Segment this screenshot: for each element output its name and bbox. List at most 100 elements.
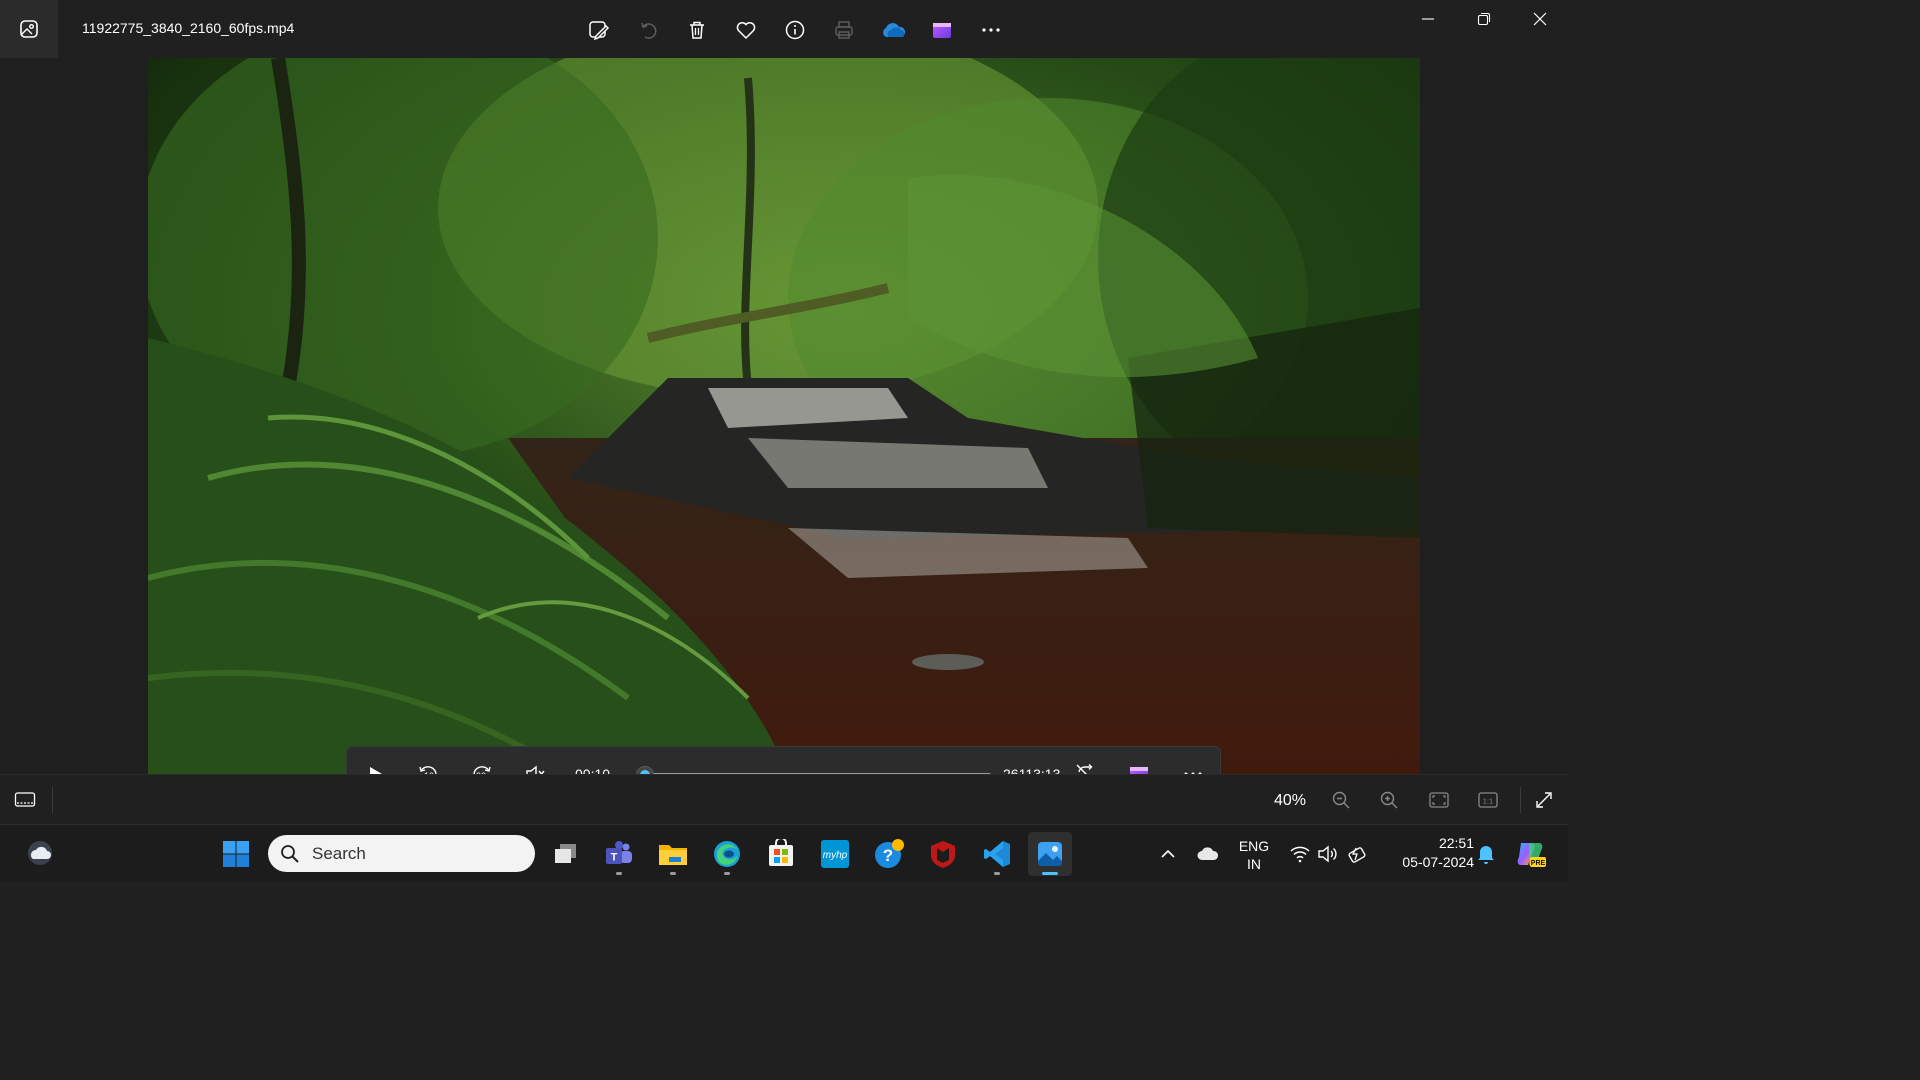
full-screen-button[interactable] [1527, 787, 1561, 813]
clipchamp-button[interactable] [917, 14, 966, 46]
zoom-in-button[interactable] [1372, 787, 1406, 813]
info-icon [785, 20, 804, 40]
file-explorer-app[interactable] [651, 832, 695, 876]
onedrive-icon [882, 23, 905, 37]
divider [1520, 787, 1521, 813]
close-icon [1533, 12, 1547, 26]
clock[interactable]: 22:51 05-07-2024 [1384, 834, 1474, 872]
vscode-app[interactable] [975, 832, 1019, 876]
bottom-status-bar: 40% 1:1 [0, 774, 1568, 824]
close-button[interactable] [1512, 0, 1568, 38]
task-view-icon [555, 844, 576, 863]
myhp-label: myhp [823, 850, 848, 861]
get-help-app[interactable]: ? [867, 832, 911, 876]
vscode-icon [984, 841, 1010, 867]
clipchamp-icon [932, 23, 951, 38]
copilot-badge: PRE [1531, 860, 1546, 867]
copilot-button[interactable]: PRE [1508, 832, 1552, 876]
search-icon [281, 844, 299, 863]
minimize-icon [1422, 18, 1434, 20]
photos-app[interactable] [1028, 832, 1072, 876]
delete-icon [689, 21, 704, 39]
svg-text:?: ? [883, 846, 893, 865]
fit-window-icon [1429, 792, 1449, 808]
top-toolbar [574, 14, 1015, 46]
time: 22:51 [1438, 835, 1474, 851]
microsoft-store-app[interactable] [759, 832, 803, 876]
fit-to-window-button[interactable] [1422, 787, 1456, 813]
cloud-icon [1197, 847, 1219, 860]
store-icon [769, 839, 793, 866]
filmstrip-toggle-button[interactable] [8, 787, 42, 813]
more-button[interactable] [966, 14, 1015, 46]
minimize-button[interactable] [1400, 0, 1456, 38]
show-hidden-icons-button[interactable] [1146, 832, 1190, 876]
running-indicator [724, 872, 730, 875]
print-button[interactable] [819, 14, 868, 46]
favorite-icon [736, 22, 755, 40]
wifi-icon [1290, 846, 1310, 863]
window-controls [1400, 0, 1568, 38]
running-indicator [994, 872, 1000, 875]
mcafee-app[interactable] [921, 832, 965, 876]
zoom-out-icon [1332, 791, 1350, 809]
task-view-button[interactable] [544, 832, 588, 876]
actual-size-label: 1:1 [1483, 797, 1493, 806]
bell-icon [1478, 846, 1494, 864]
windows-taskbar: Search T myhp ? ENG IN 22:51 05-07-2024 … [0, 824, 1568, 882]
teams-icon: T [606, 841, 632, 864]
info-button[interactable] [770, 14, 819, 46]
video-frame[interactable] [148, 58, 1420, 774]
onedrive-button[interactable] [868, 14, 917, 46]
quick-settings-button[interactable] [1284, 832, 1374, 876]
edge-browser-app[interactable] [705, 832, 749, 876]
myhp-app[interactable]: myhp [813, 832, 857, 876]
restore-icon [1477, 12, 1491, 26]
divider [52, 787, 53, 813]
running-indicator [670, 872, 676, 875]
more-icon [981, 28, 1000, 32]
mcafee-shield-icon [931, 841, 955, 868]
chevron-up-icon [1161, 849, 1175, 858]
zoom-out-button[interactable] [1324, 787, 1358, 813]
file-title: 11922775_3840_2160_60fps.mp4 [82, 20, 295, 36]
photos-app-icon[interactable] [0, 0, 58, 58]
teams-app[interactable]: T [597, 832, 641, 876]
weather-widget[interactable] [18, 832, 62, 876]
volume-icon [1318, 845, 1337, 863]
notifications-button[interactable] [1464, 832, 1508, 876]
zoom-level[interactable]: 40% [1274, 792, 1306, 810]
actual-size-button[interactable]: 1:1 [1471, 787, 1505, 813]
zoom-in-icon [1380, 791, 1398, 809]
input-language[interactable]: ENG IN [1234, 837, 1274, 873]
start-button[interactable] [214, 832, 258, 876]
taskbar-search[interactable]: Search [268, 835, 535, 872]
edit-button[interactable] [574, 14, 623, 46]
favorite-button[interactable] [721, 14, 770, 46]
svg-text:T: T [611, 852, 618, 864]
onedrive-tray[interactable] [1186, 832, 1230, 876]
rotate-button[interactable] [623, 14, 672, 46]
battery-charging-icon [1348, 847, 1366, 863]
delete-button[interactable] [672, 14, 721, 46]
language-region: IN [1247, 856, 1261, 872]
filmstrip-icon [14, 792, 36, 807]
running-indicator [616, 872, 622, 875]
actual-size-icon: 1:1 [1478, 792, 1498, 808]
date: 05-07-2024 [1402, 854, 1474, 870]
edit-icon [588, 21, 609, 41]
search-placeholder: Search [312, 843, 366, 863]
copilot-icon: PRE [1517, 843, 1546, 867]
edge-icon [714, 841, 740, 867]
expand-icon [1536, 792, 1552, 808]
rotate-icon [640, 22, 656, 39]
media-stage: 10 30 00:10 26113:13 [0, 58, 1568, 801]
photos-icon [1038, 842, 1062, 866]
restore-button[interactable] [1456, 0, 1512, 38]
print-icon [834, 21, 853, 39]
title-bar: 11922775_3840_2160_60fps.mp4 [0, 0, 1568, 58]
active-indicator [1042, 872, 1058, 875]
help-icon: ? [875, 839, 904, 868]
folder-icon [659, 845, 687, 865]
windows-logo-icon [223, 841, 249, 867]
